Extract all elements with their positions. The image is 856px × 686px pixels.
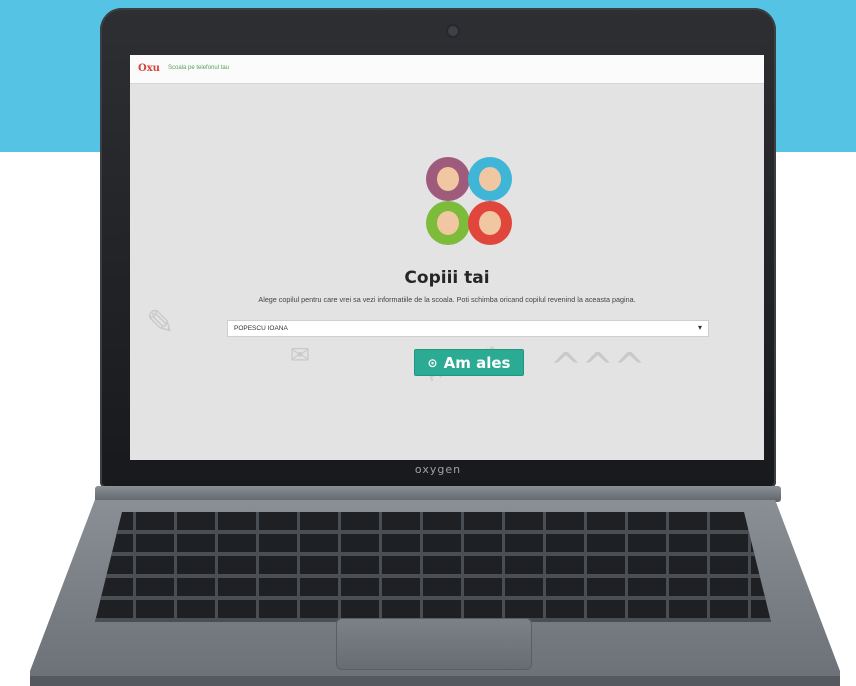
app-tagline: Scoala pe telefonul tau [168,65,230,71]
books-doodle-icon: ✎ [146,303,175,343]
laptop-hinge [95,486,781,502]
boy-avatar [468,157,512,201]
app-logo[interactable]: Oxu [138,63,160,74]
check-circle-icon: ⊙ [427,355,438,370]
child-select[interactable]: POPESCU IOANA ▾ [227,320,709,337]
keyboard [95,512,771,622]
page-title: Copiii tai [404,268,490,288]
am-ales-label: Am ales [443,353,511,372]
kid-cap-avatar [426,201,470,245]
am-ales-button[interactable]: ⊙ Am ales [414,349,524,376]
chevron-down-icon: ▾ [697,323,702,332]
trackpad [336,618,532,670]
page-subtitle: Alege copilul pentru care vrei sa vezi i… [258,295,636,304]
top-bar: Oxu Scoala pe telefonul tau [130,55,764,84]
diploma-doodle-icon: ✉ [290,341,311,369]
webcam-icon [448,26,458,36]
roof-doodle-icon: ^^^ [550,345,646,389]
laptop-front-edge [30,676,840,686]
laptop-brand: oxygen [414,463,462,476]
girl-dark-avatar [468,201,512,245]
girl-avatar [426,157,470,201]
app-screen: Oxu Scoala pe telefonul tau ✎ ✉ ^^^ PREZ… [130,55,764,460]
children-avatars [420,153,520,249]
child-select-value: POPESCU IOANA [234,325,288,332]
